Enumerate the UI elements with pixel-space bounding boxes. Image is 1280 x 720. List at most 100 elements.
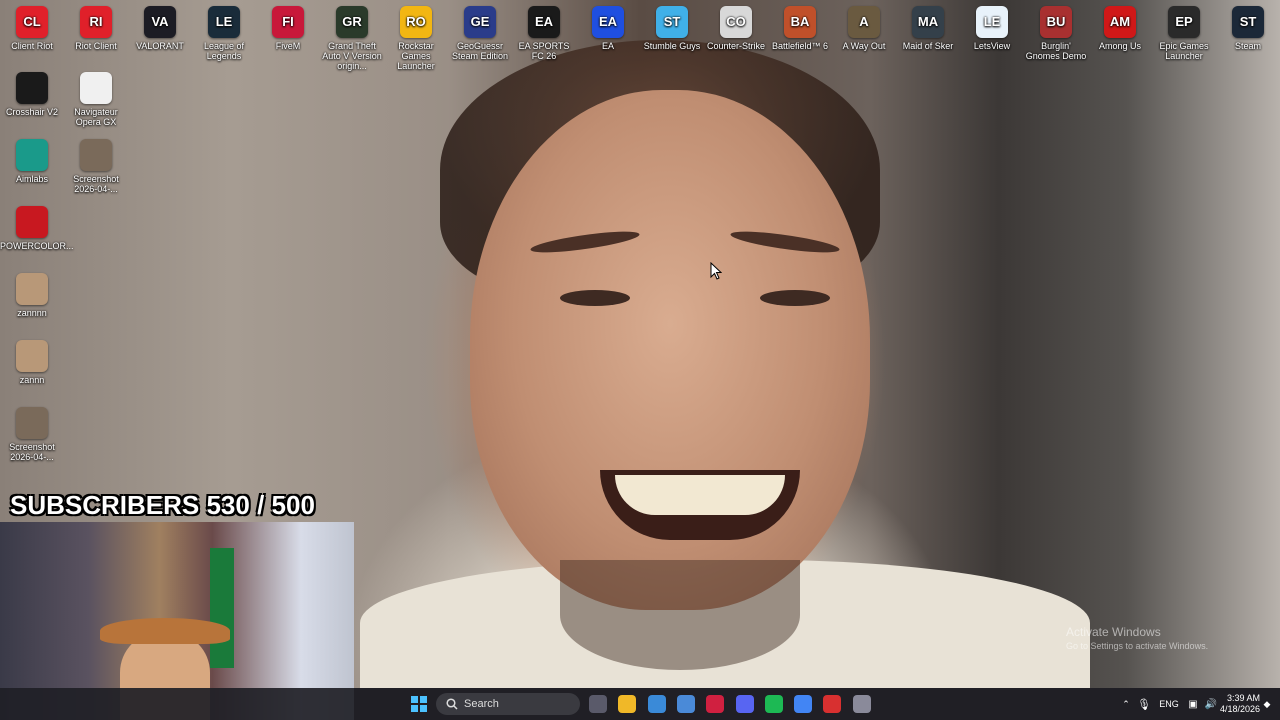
screenshot-thumbnail-icon <box>16 407 48 439</box>
among-us-icon: AM <box>1104 6 1136 38</box>
desktop-shortcut-maid-of-sker[interactable]: MA Maid of Sker <box>896 2 960 51</box>
chevron-up-icon[interactable]: ⌃ <box>1118 699 1134 710</box>
league-icon: LE <box>208 6 240 38</box>
desktop-shortcut-navigateur-opera-gx[interactable]: Navigateur Opera GX <box>64 68 128 127</box>
fivem-icon: FI <box>272 6 304 38</box>
desktop-shortcut-label: Riot Client <box>75 41 117 51</box>
desktop-shortcut-riot-client[interactable]: RI Riot Client <box>64 2 128 51</box>
activate-windows-subtitle: Go to Settings to activate Windows. <box>1066 641 1209 651</box>
network-icon[interactable]: ▣ <box>1184 699 1202 710</box>
desktop-shortcut-label: Navigateur Opera GX <box>74 107 118 127</box>
desktop-shortcut-client-riot[interactable]: CL Client Riot <box>0 2 64 51</box>
mouse-cursor-icon <box>710 262 722 280</box>
desktop-shortcut-steam[interactable]: ST Steam <box>1216 2 1280 51</box>
desktop-shortcut-label: zannnn <box>17 308 47 318</box>
subscriber-counter-overlay: SUBSCRIBERS 530 / 500 <box>10 490 315 520</box>
file-explorer-icon[interactable] <box>618 695 637 713</box>
desktop-shortcut-aimlabs[interactable]: Aimlabs <box>0 135 64 184</box>
desktop-shortcut-powercolor[interactable]: POWERCOLOR... <box>0 202 74 251</box>
desktop-shortcut-zannnn[interactable]: zannnn <box>0 269 64 318</box>
desktop-shortcut-zannn[interactable]: zannn <box>0 336 64 385</box>
desktop-shortcut-grand-theft-auto-v-version-origin[interactable]: GR Grand Theft Auto V Version origin... <box>320 2 384 71</box>
webcam-flag <box>210 548 234 668</box>
desktop-shortcut-letsview[interactable]: LE LetsView <box>960 2 1024 51</box>
microphone-icon[interactable]: 🎙 <box>1134 698 1154 711</box>
desktop-shortcut-screenshot-2026-04[interactable]: Screenshot 2026-04-... <box>64 135 128 194</box>
powercolor-icon <box>16 206 48 238</box>
desktop-shortcut-label: VALORANT <box>136 41 184 51</box>
aimlabs-icon <box>16 139 48 171</box>
desktop-shortcut-label: zannn <box>19 375 45 385</box>
desktop-shortcut-label: EA SPORTS FC 26 <box>518 41 570 61</box>
desktop-shortcut-among-us[interactable]: AM Among Us <box>1088 2 1152 51</box>
rockstar-icon: RO <box>400 6 432 38</box>
desktop-shortcut-counter-strike[interactable]: CO Counter-Strike <box>704 2 768 51</box>
system-tray: ⌃ 🎙 ENG ▣ 🔊 3:39 AM 4/18/2026 ◆ <box>1118 688 1274 720</box>
desktop-shortcut-label: FiveM <box>275 41 301 51</box>
stumble-guys-icon: ST <box>656 6 688 38</box>
wallpaper-beard <box>560 560 800 670</box>
opera-gx-icon[interactable] <box>706 695 725 713</box>
obs-record-icon[interactable] <box>823 695 842 713</box>
wallpaper-left-eye <box>560 290 630 306</box>
desktop-shortcut-label: Client Riot <box>11 41 53 51</box>
wallpaper-right-eye <box>760 290 830 306</box>
desktop-shortcut-burglin-gnomes-demo[interactable]: BU Burglin' Gnomes Demo <box>1024 2 1088 61</box>
taskbar: Search ⌃ 🎙 ENG ▣ 🔊 3:39 AM 4/18/2026 ◆ <box>0 688 1280 720</box>
spotify-icon[interactable] <box>764 695 783 713</box>
desktop-shortcut-crosshair-v2[interactable]: Crosshair V2 <box>0 68 64 117</box>
copilot-icon[interactable] <box>647 695 666 713</box>
microsoft-store-icon[interactable] <box>676 695 695 713</box>
desktop-shortcut-epic-games-launcher[interactable]: EP Epic Games Launcher <box>1152 2 1216 61</box>
desktop-shortcut-ea-sports-fc-26[interactable]: EA EA SPORTS FC 26 <box>512 2 576 61</box>
riot-fist-icon: RI <box>80 6 112 38</box>
desktop-shortcut-screenshot-2026-04[interactable]: Screenshot 2026-04-... <box>0 403 64 462</box>
task-view-icon[interactable] <box>589 695 607 713</box>
desktop-shortcut-label: Screenshot 2026-04-... <box>9 442 55 462</box>
epic-games-icon: EP <box>1168 6 1200 38</box>
desktop-shortcut-label: POWERCOLOR... <box>0 241 74 251</box>
desktop-shortcut-stumble-guys[interactable]: ST Stumble Guys <box>640 2 704 51</box>
desktop-shortcut-label: Epic Games Launcher <box>1159 41 1209 61</box>
desktop-shortcut-ea[interactable]: EA EA <box>576 2 640 51</box>
desktop-shortcut-fivem[interactable]: FI FiveM <box>256 2 320 51</box>
maid-of-sker-icon: MA <box>912 6 944 38</box>
desktop-shortcut-label: Battlefield™ 6 <box>771 41 829 51</box>
language-indicator[interactable]: ENG <box>1154 699 1184 709</box>
desktop-shortcut-league-of-legends[interactable]: LE League of Legends <box>192 2 256 61</box>
fc26-icon: EA <box>528 6 560 38</box>
desktop-shortcut-valorant[interactable]: VA VALORANT <box>128 2 192 51</box>
desktop-shortcut-label: EA <box>601 41 614 51</box>
activate-windows-watermark: Activate Windows Go to Settings to activ… <box>1066 625 1208 651</box>
volume-icon[interactable]: 🔊 <box>1202 699 1220 710</box>
letsview-icon: LE <box>976 6 1008 38</box>
taskbar-search-box[interactable]: Search <box>436 693 580 715</box>
desktop-shortcut-label: Rockstar Games Launcher <box>397 41 435 71</box>
chrome-icon[interactable] <box>794 695 813 713</box>
notification-icon[interactable]: ◆ <box>1260 699 1274 710</box>
image-thumbnail-icon <box>16 273 48 305</box>
a-way-out-icon: A <box>848 6 880 38</box>
start-button[interactable] <box>410 695 428 713</box>
discord-icon[interactable] <box>735 695 754 713</box>
windows-logo-icon <box>411 696 427 712</box>
clock[interactable]: 3:39 AM 4/18/2026 <box>1220 693 1260 715</box>
desktop-shortcut-rockstar-games-launcher[interactable]: RO Rockstar Games Launcher <box>384 2 448 71</box>
desktop-shortcut-battlefield-6[interactable]: BA Battlefield™ 6 <box>768 2 832 51</box>
desktop-shortcut-label: League of Legends <box>203 41 245 61</box>
settings-gear-icon[interactable] <box>852 695 871 713</box>
wallpaper-teeth <box>615 475 785 515</box>
search-icon <box>446 698 458 710</box>
desktop-shortcut-label: Aimlabs <box>15 174 48 184</box>
desktop-shortcut-label: Counter-Strike <box>706 41 766 51</box>
desktop-shortcut-geoguessr-steam-edition[interactable]: GE GeoGuessr Steam Edition <box>448 2 512 61</box>
crosshair-icon <box>16 72 48 104</box>
desktop-shortcut-a-way-out[interactable]: A A Way Out <box>832 2 896 51</box>
desktop-shortcut-label: Among Us <box>1098 41 1142 51</box>
desktop-shortcut-label: Grand Theft Auto V Version origin... <box>322 41 382 71</box>
screenshot-thumbnail-icon <box>80 139 112 171</box>
webcam-cowboy-hat <box>100 618 230 644</box>
battlefield-icon: BA <box>784 6 816 38</box>
desktop-shortcut-label: Stumble Guys <box>643 41 701 51</box>
burglin-gnomes-icon: BU <box>1040 6 1072 38</box>
